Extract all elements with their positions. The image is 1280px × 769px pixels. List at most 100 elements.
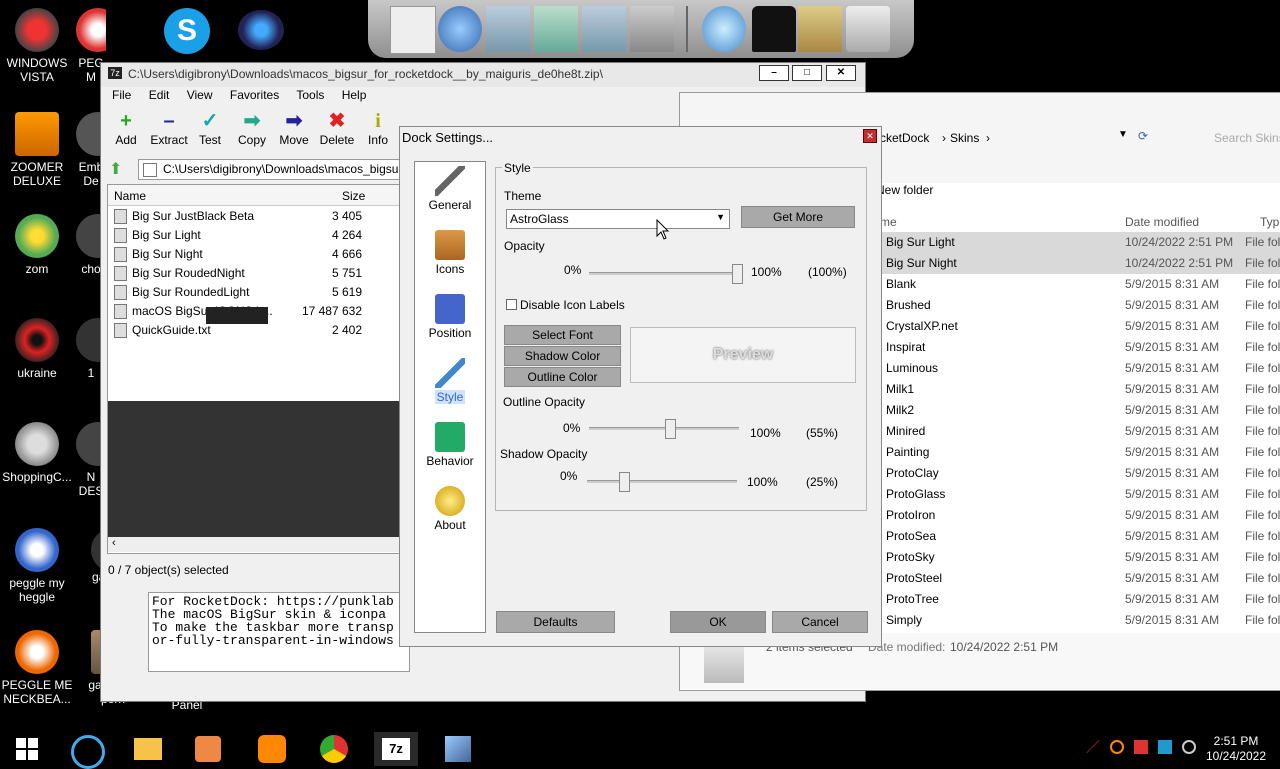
zip-file-row[interactable]: Big Sur RoundedLight 5 619: [108, 283, 398, 302]
col-date[interactable]: Date modified: [1125, 215, 1199, 229]
breadcrumb-skins[interactable]: Skins: [950, 131, 979, 145]
search-box[interactable]: Search Skins: [1214, 131, 1280, 145]
shadow-opacity-slider[interactable]: [587, 480, 737, 483]
col-name[interactable]: me: [880, 215, 897, 229]
category-behavior[interactable]: Behavior: [415, 422, 485, 468]
outline-color-button[interactable]: Outline Color: [504, 367, 621, 387]
skype-icon[interactable]: S: [164, 8, 210, 54]
notepad-text[interactable]: For RocketDock: https://punklab The macO…: [148, 592, 410, 672]
zip-address-field[interactable]: C:\Users\digibrony\Downloads\macos_bigsu: [138, 159, 402, 180]
settings-dock-icon[interactable]: [798, 6, 842, 52]
extract-button[interactable]: – Extract: [146, 109, 192, 147]
app-taskbar-button[interactable]: [250, 732, 294, 766]
monitor-tray-icon[interactable]: [1158, 740, 1172, 754]
internet-dock-icon[interactable]: [702, 6, 746, 52]
shadow-opacity-slider-thumb[interactable]: [619, 472, 630, 492]
test-button[interactable]: ✓ Test: [187, 109, 233, 147]
desktop-icon-windows-vista[interactable]: WINDOWS VISTA: [0, 8, 74, 84]
notepad-dock-icon[interactable]: [390, 6, 436, 54]
globe-icon[interactable]: [238, 10, 284, 50]
get-more-button[interactable]: Get More: [741, 206, 855, 228]
menu-edit[interactable]: Edit: [149, 88, 170, 102]
maximize-button[interactable]: □: [792, 65, 822, 81]
zip-file-row[interactable]: Big Sur RoudedNight 5 751: [108, 264, 398, 283]
desktop-icon-peggle-heggle[interactable]: peggle my heggle: [0, 528, 74, 604]
dialog-close-button[interactable]: ✕: [863, 129, 877, 143]
zip-file-row[interactable]: Big Sur Night 4 666: [108, 245, 398, 264]
scroll-left-icon[interactable]: ‹: [112, 537, 116, 549]
category-icons[interactable]: Icons: [415, 230, 485, 276]
start-button[interactable]: [10, 732, 44, 766]
outline-opacity-slider[interactable]: [589, 427, 739, 430]
horizontal-scrollbar[interactable]: ‹: [108, 537, 401, 552]
col-type[interactable]: Type: [1260, 215, 1280, 229]
chrome-taskbar-button[interactable]: [312, 732, 356, 766]
select-font-button[interactable]: Select Font: [504, 325, 621, 345]
opacity-slider[interactable]: [589, 272, 739, 275]
search-tray-icon[interactable]: [1110, 740, 1124, 754]
recycle-bin-dock-icon[interactable]: [846, 6, 890, 52]
delete-button[interactable]: ✖ Delete: [314, 109, 360, 147]
close-button[interactable]: ✕: [826, 65, 856, 81]
category-about[interactable]: About: [415, 486, 485, 532]
new-folder-button[interactable]: New folder: [876, 183, 933, 197]
col-name[interactable]: Name: [114, 189, 146, 203]
menu-help[interactable]: Help: [342, 88, 367, 102]
address-dropdown-icon[interactable]: ▼: [1118, 129, 1128, 140]
menu-file[interactable]: File: [112, 88, 131, 102]
outline-opacity-slider-thumb[interactable]: [665, 419, 677, 439]
disable-labels-label[interactable]: Disable Icon Labels: [520, 298, 625, 312]
shirt-dock-icon[interactable]: [752, 6, 796, 52]
desktop-icon-ukraine[interactable]: ukraine: [0, 318, 74, 380]
col-size[interactable]: Size: [342, 189, 365, 203]
cancel-button[interactable]: Cancel: [772, 611, 868, 633]
desktop-icon-peggle-neckbeard[interactable]: PEGGLE ME NECKBEA...: [0, 630, 74, 706]
flag-tray-icon[interactable]: [1134, 740, 1148, 754]
menu-favorites[interactable]: Favorites: [230, 88, 279, 102]
desktop-icon-shopping[interactable]: ShoppingC...: [0, 422, 74, 484]
minimize-button[interactable]: –: [759, 65, 789, 81]
peggle-icon: [15, 528, 59, 572]
info-button[interactable]: i Info: [355, 109, 401, 147]
media-taskbar-button[interactable]: [186, 732, 230, 766]
menu-view[interactable]: View: [187, 88, 213, 102]
move-button[interactable]: ➡ Move: [271, 109, 317, 147]
menu-tools[interactable]: Tools: [296, 88, 324, 102]
hammer-icon: [435, 166, 465, 196]
desktop-icon-zoomer[interactable]: ZOOMER DELUXE: [0, 112, 74, 188]
category-general[interactable]: General: [415, 166, 485, 212]
opacity-min: 0%: [564, 263, 582, 277]
zip-file-row[interactable]: Big Sur JustBlack Beta 3 405: [108, 207, 398, 226]
pen-tray-icon[interactable]: ／: [1086, 740, 1100, 754]
7zip-taskbar-button[interactable]: 7z: [374, 732, 418, 766]
clock[interactable]: 2:51 PM 10/24/2022: [1200, 734, 1272, 764]
explorer-row-date: 5/9/2015 8:31 AM: [1125, 277, 1220, 291]
tools-dock-icon[interactable]: [630, 6, 674, 52]
folder-dock-icon[interactable]: [582, 6, 626, 52]
up-folder-icon[interactable]: ⬆: [109, 159, 122, 179]
notepad-line: or-fully-transparent-in-windows: [152, 633, 394, 648]
defaults-button[interactable]: Defaults: [496, 611, 615, 633]
folder-dock-icon[interactable]: [534, 6, 578, 52]
desktop-icon-zom[interactable]: zom: [0, 214, 74, 276]
breadcrumb-rocketdock[interactable]: cketDock: [880, 131, 929, 145]
network-dock-icon[interactable]: [438, 6, 482, 52]
volume-tray-icon[interactable]: [1182, 740, 1196, 754]
explorer-taskbar-button[interactable]: [126, 732, 170, 766]
category-position[interactable]: Position: [415, 294, 485, 340]
date-modified-value: 10/24/2022 2:51 PM: [950, 640, 1059, 654]
ie-taskbar-button[interactable]: [66, 732, 110, 769]
disable-labels-checkbox[interactable]: [506, 299, 517, 310]
folder-dock-icon[interactable]: [486, 6, 530, 52]
zip-file-row[interactable]: Big Sur Light 4 264: [108, 226, 398, 245]
extract-label: Extract: [150, 133, 188, 147]
rocketdock-taskbar-button[interactable]: [436, 732, 480, 766]
copy-button[interactable]: ➡ Copy: [229, 109, 275, 147]
category-style[interactable]: Style: [415, 358, 485, 404]
refresh-icon[interactable]: ⟳: [1138, 129, 1148, 143]
theme-select[interactable]: AstroGlass ▼: [506, 209, 730, 229]
opacity-slider-thumb[interactable]: [732, 264, 743, 284]
shadow-color-button[interactable]: Shadow Color: [504, 346, 621, 366]
add-button[interactable]: + Add: [103, 109, 149, 147]
ok-button[interactable]: OK: [670, 611, 766, 633]
